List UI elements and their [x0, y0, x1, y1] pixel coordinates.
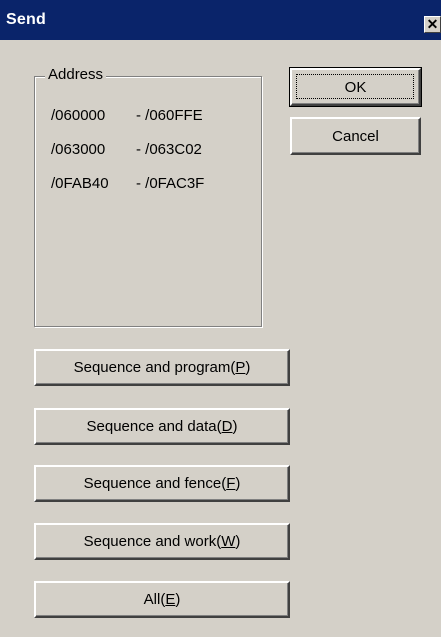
address-range-end: - /060FFE [136, 107, 203, 124]
button-label: Sequence and work( [83, 533, 222, 550]
title-bar[interactable]: Send ✕ [0, 0, 441, 40]
mnemonic-key: D [221, 418, 233, 435]
button-label-tail: ) [232, 418, 238, 435]
all-button[interactable]: All(E) [34, 581, 290, 618]
button-label-tail: ) [175, 591, 181, 608]
address-range-row: /060000 - /060FFE [51, 107, 203, 124]
sequence-and-work-button[interactable]: Sequence and work(W) [34, 523, 290, 560]
close-button[interactable]: ✕ [424, 16, 441, 33]
button-label-tail: ) [235, 475, 241, 492]
button-label-tail: ) [245, 359, 251, 376]
sequence-and-program-button[interactable]: Sequence and program(P) [34, 349, 290, 386]
address-range-start: /063000 [51, 141, 106, 158]
address-range-row: /063000 - /063C02 [51, 141, 202, 158]
mnemonic-key: F [226, 475, 236, 492]
address-range-row: /0FAB40 - /0FAC3F [51, 175, 204, 192]
button-label: Sequence and fence( [83, 475, 227, 492]
sequence-and-data-button[interactable]: Sequence and data(D) [34, 408, 290, 445]
cancel-button-label: Cancel [332, 127, 379, 145]
close-icon: ✕ [426, 16, 439, 32]
address-group-label: Address [45, 66, 107, 83]
address-range-start: /060000 [51, 107, 106, 124]
mnemonic-key: W [221, 533, 236, 550]
button-label-tail: ) [235, 533, 241, 550]
address-range-start: /0FAB40 [51, 175, 109, 192]
window-title: Send [6, 11, 46, 28]
address-range-end: - /0FAC3F [136, 175, 205, 192]
mnemonic-key: E [165, 591, 176, 608]
cancel-button[interactable]: Cancel [290, 117, 421, 155]
address-range-end: - /063C02 [136, 141, 202, 158]
mnemonic-key: P [235, 359, 246, 376]
button-label: Sequence and data( [86, 418, 222, 435]
sequence-and-fence-button[interactable]: Sequence and fence(F) [34, 465, 290, 502]
focus-rectangle [296, 74, 414, 99]
ok-button[interactable]: OK [289, 67, 422, 107]
button-label: All( [143, 591, 166, 608]
button-label: Sequence and program( [73, 359, 236, 376]
